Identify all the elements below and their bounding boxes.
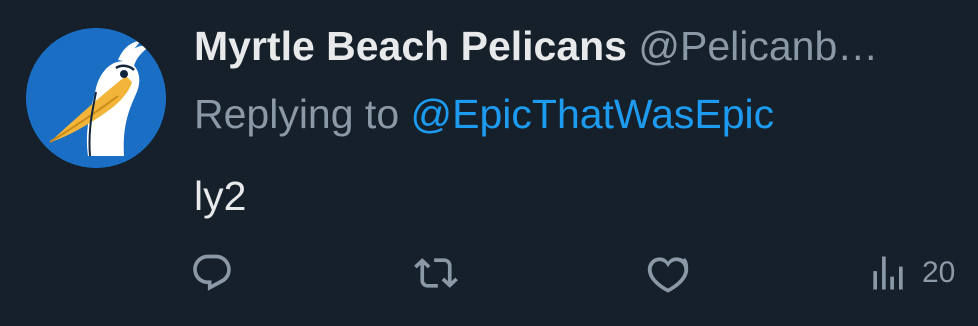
like-button[interactable] — [646, 250, 690, 296]
bar-chart-icon — [873, 256, 903, 290]
views-button[interactable]: 20 — [866, 250, 955, 296]
retweet-button[interactable] — [414, 250, 458, 296]
tweet-text: ly2 — [194, 173, 247, 219]
avatar[interactable] — [26, 28, 166, 168]
replying-to-line: Replying to @EpicThatWasEpic — [194, 90, 774, 138]
retweet-icon — [414, 258, 458, 288]
heart-icon — [647, 257, 689, 293]
tweet[interactable]: Myrtle Beach Pelicans @Pelicanb… Replyin… — [0, 0, 978, 326]
reply-target-link[interactable]: @EpicThatWasEpic — [411, 91, 775, 137]
reply-button[interactable] — [190, 250, 234, 296]
display-name[interactable]: Myrtle Beach Pelicans — [194, 23, 627, 69]
views-count: 20 — [922, 256, 956, 289]
tweet-header: Myrtle Beach Pelicans @Pelicanb… — [194, 22, 878, 70]
pelican-logo-icon — [26, 28, 166, 168]
speech-bubble-icon — [193, 254, 231, 291]
user-handle[interactable]: @Pelicanb… — [638, 23, 878, 69]
replying-to-label: Replying to — [194, 91, 411, 137]
